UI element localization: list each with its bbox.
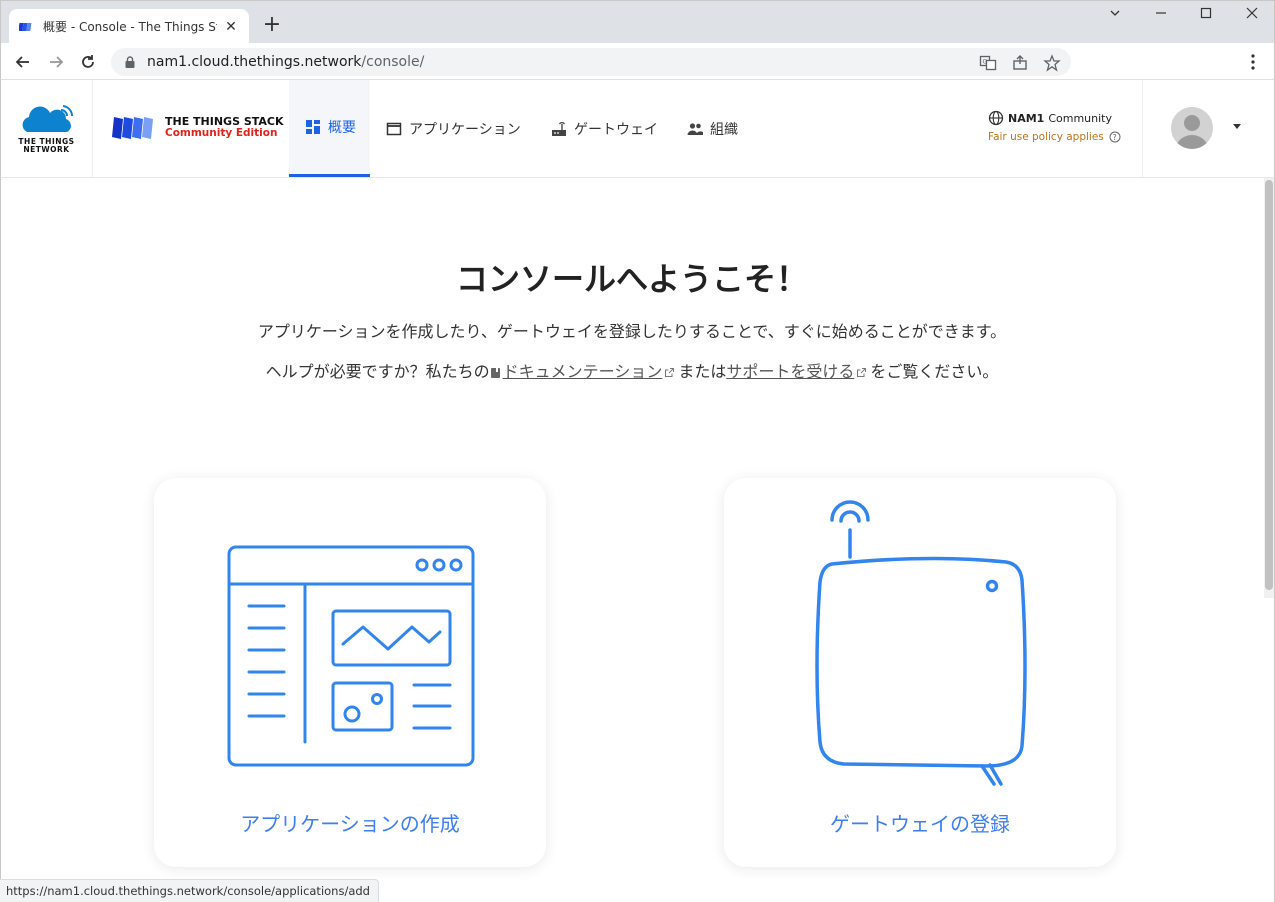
cluster-info[interactable]: NAM1 Community Fair use policy applies ? xyxy=(988,110,1128,143)
svg-text:G: G xyxy=(983,59,988,66)
share-icon[interactable] xyxy=(1011,54,1029,72)
book-icon xyxy=(490,367,500,378)
lock-icon xyxy=(125,56,135,68)
help-or: または xyxy=(678,362,727,381)
nav-applications[interactable]: アプリケーション xyxy=(385,80,521,177)
ttn-cloud-icon xyxy=(22,104,73,132)
scrollbar[interactable] xyxy=(1264,178,1274,598)
globe-icon xyxy=(988,110,1004,126)
tts-favicon-icon xyxy=(19,22,32,31)
nav-gateways[interactable]: ゲートウェイ xyxy=(550,80,658,177)
tts-logo-icon xyxy=(112,117,153,139)
support-link[interactable]: サポートを受ける xyxy=(726,362,854,381)
application-dashboard-icon xyxy=(227,545,475,767)
ttn-logo[interactable]: THE THINGS NETWORK xyxy=(1,80,93,177)
caret-down-icon[interactable] xyxy=(1233,124,1241,129)
new-tab-button[interactable]: + xyxy=(259,13,285,39)
external-link-icon xyxy=(665,368,675,377)
register-gateway-card[interactable]: ゲートウェイの登録 xyxy=(724,478,1116,867)
nav-overview[interactable]: 概要 xyxy=(289,80,370,177)
tab-title: 概要 - Console - The Things Stack xyxy=(43,20,217,34)
create-application-card[interactable]: アプリケーションの作成 xyxy=(154,478,546,867)
gateway-device-icon xyxy=(815,500,1027,786)
browser-tab[interactable]: 概要 - Console - The Things Stack ✕ xyxy=(9,9,249,44)
tts-logo[interactable]: THE THINGS STACK Community Edition xyxy=(111,114,284,140)
fair-use-policy[interactable]: Fair use policy applies ? xyxy=(988,131,1128,143)
cluster-name: NAM1 xyxy=(1008,111,1045,125)
reload-icon[interactable] xyxy=(75,49,101,75)
create-application-label: アプリケーションの作成 xyxy=(240,812,460,836)
tab-search-icon[interactable] xyxy=(1103,7,1127,27)
docs-link[interactable]: ドキュメンテーション xyxy=(503,362,663,381)
stack-title: THE THINGS STACK xyxy=(165,114,284,128)
nav-organizations[interactable]: 組織 xyxy=(686,80,738,177)
main-content: コンソールへようこそ！ アプリケーションを作成したり、ゲートウェイを登録したりす… xyxy=(0,178,1275,902)
window-close-icon[interactable] xyxy=(1240,7,1264,27)
help-suffix: をご覧ください。 xyxy=(870,362,999,381)
browser-menu-icon[interactable] xyxy=(1244,52,1262,72)
maximize-icon[interactable] xyxy=(1194,7,1218,27)
help-text: ヘルプが必要ですか？私たちの ドキュメンテーション またはサポートを受ける をご覧くだ… xyxy=(1,358,1263,382)
stack-subtitle: Community Edition xyxy=(165,126,278,139)
avatar[interactable] xyxy=(1171,107,1213,149)
back-icon[interactable] xyxy=(10,49,36,75)
bookmark-star-icon[interactable] xyxy=(1043,54,1061,72)
help-prefix: ヘルプが必要ですか？私たちの xyxy=(265,362,490,381)
tab-close-icon[interactable]: ✕ xyxy=(223,19,239,35)
people-icon xyxy=(687,122,703,135)
user-avatar-icon xyxy=(1176,115,1208,149)
browser-tabstrip: 概要 - Console - The Things Stack ✕ + xyxy=(0,0,1275,44)
nav-overview-label: 概要 xyxy=(328,120,356,136)
scrollbar-thumb[interactable] xyxy=(1265,180,1273,590)
url-path: /console/ xyxy=(361,54,425,70)
translate-icon[interactable]: G xyxy=(979,54,997,72)
app-header: THE THINGS NETWORK THE THINGS STACK Comm… xyxy=(0,80,1275,178)
browser-toolbar: nam1.cloud.thethings.network/console/ G xyxy=(0,43,1275,80)
router-icon xyxy=(552,121,566,136)
user-menu[interactable] xyxy=(1142,80,1274,177)
nav-applications-label: アプリケーション xyxy=(409,121,521,138)
intro-text: アプリケーションを作成したり、ゲートウェイを登録したりすることで、すぐに始めるこ… xyxy=(257,322,1007,341)
ttn-logo-text: THE THINGS NETWORK xyxy=(18,136,75,154)
forward-icon[interactable] xyxy=(43,49,69,75)
dashboard-icon xyxy=(306,120,320,134)
external-link-icon xyxy=(857,368,867,377)
address-bar[interactable]: nam1.cloud.thethings.network/console/ G xyxy=(111,48,1071,76)
nav-organizations-label: 組織 xyxy=(710,121,738,138)
help-icon: ? xyxy=(1109,131,1121,143)
nav-gateways-label: ゲートウェイ xyxy=(574,121,658,138)
svg-text:?: ? xyxy=(1112,133,1116,142)
application-icon xyxy=(386,122,402,135)
status-url: https://nam1.cloud.thethings.network/con… xyxy=(0,879,379,902)
register-gateway-label: ゲートウェイの登録 xyxy=(830,812,1010,836)
url-host: nam1.cloud.thethings.network xyxy=(147,54,362,70)
minimize-icon[interactable] xyxy=(1149,7,1173,27)
page-title: コンソールへようこそ！ xyxy=(455,260,808,298)
cluster-type: Community xyxy=(1048,111,1112,125)
fair-use-label: Fair use policy applies xyxy=(988,131,1104,143)
